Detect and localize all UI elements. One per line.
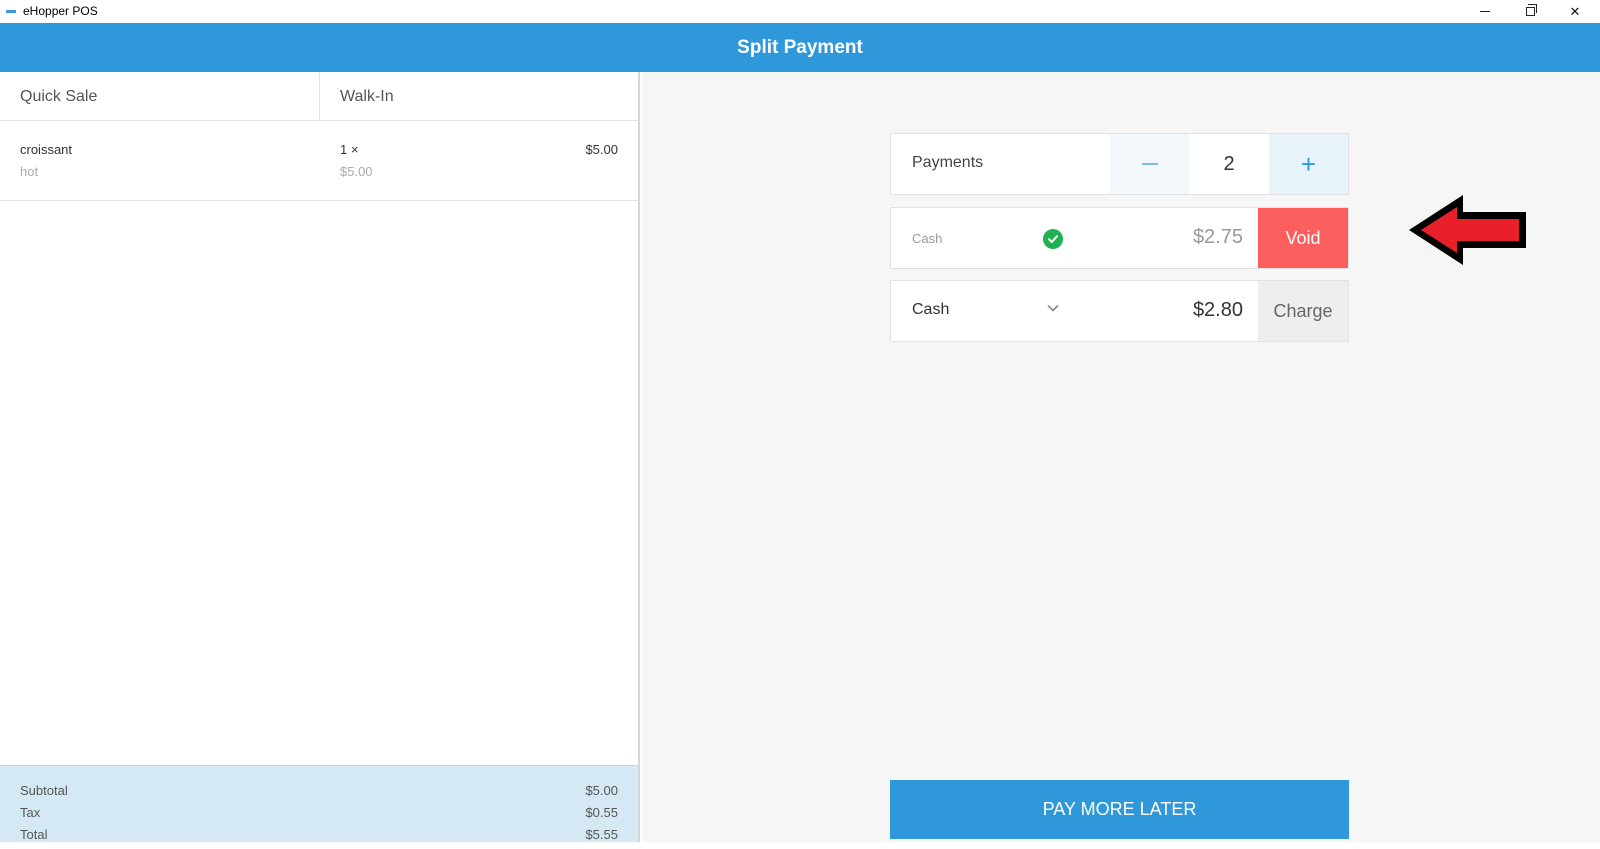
total-line: Total $5.55 [0,827,638,849]
item-total: $5.00 [585,142,618,157]
page-title: Split Payment [0,23,1600,72]
plus-icon: + [1300,148,1317,179]
item-name: croissant [20,142,73,157]
order-panel: Quick Sale Walk-In croissant hot 1 × $5.… [0,72,640,842]
decrement-button[interactable] [1110,134,1189,194]
maximize-icon[interactable] [1507,0,1553,23]
void-button[interactable]: Void [1258,208,1348,268]
due-payment-row: Cash $2.80 Charge [890,280,1349,342]
payment-method-select[interactable]: Cash [912,301,949,319]
tab-quick-sale[interactable]: Quick Sale [0,72,319,121]
chevron-down-icon[interactable] [1046,301,1060,315]
list-item[interactable]: croissant hot 1 × $5.00 $5.00 [0,121,638,201]
charge-button[interactable]: Charge [1258,281,1348,341]
payments-stepper-row: Payments 2 + [890,133,1349,195]
window-titlebar: eHopper POS ✕ [0,0,1600,23]
app-icon [6,10,16,13]
paid-payment-row: Cash $2.75 Void [890,207,1349,269]
tax-label: Tax [20,805,41,820]
arrow-annotation [1409,195,1526,265]
subtotal-label: Subtotal [20,783,68,798]
subtotal-line: Subtotal $5.00 [0,783,638,805]
order-totals: Subtotal $5.00 Tax $0.55 Total $5.55 [0,765,638,842]
close-icon[interactable]: ✕ [1552,0,1598,23]
tax-value: $0.55 [585,805,618,820]
tab-walk-in[interactable]: Walk-In [319,72,638,121]
paid-method: Cash [912,231,943,246]
total-value: $5.55 [585,827,618,842]
item-unit-price: $5.00 [340,164,373,179]
pay-more-later-button[interactable]: PAY MORE LATER [890,780,1349,839]
subtotal-value: $5.00 [585,783,618,798]
minimize-icon[interactable] [1462,0,1508,23]
app-title: eHopper POS [23,4,98,18]
tax-line: Tax $0.55 [0,805,638,827]
payments-count: 2 [1223,152,1235,175]
item-modifier: hot [20,164,39,179]
paid-amount: $2.75 [1192,226,1243,248]
payments-label: Payments [912,154,984,171]
order-tabs: Quick Sale Walk-In [0,72,638,121]
minus-icon [1141,163,1158,165]
total-label: Total [20,827,48,842]
due-amount[interactable]: $2.80 [1193,299,1243,322]
check-icon [1043,229,1063,249]
item-quantity: 1 × [340,142,359,157]
split-payment-panel: Payments 2 + Cash $2.75 Void Cash $2.80 … [642,72,1600,842]
increment-button[interactable]: + [1269,134,1348,194]
